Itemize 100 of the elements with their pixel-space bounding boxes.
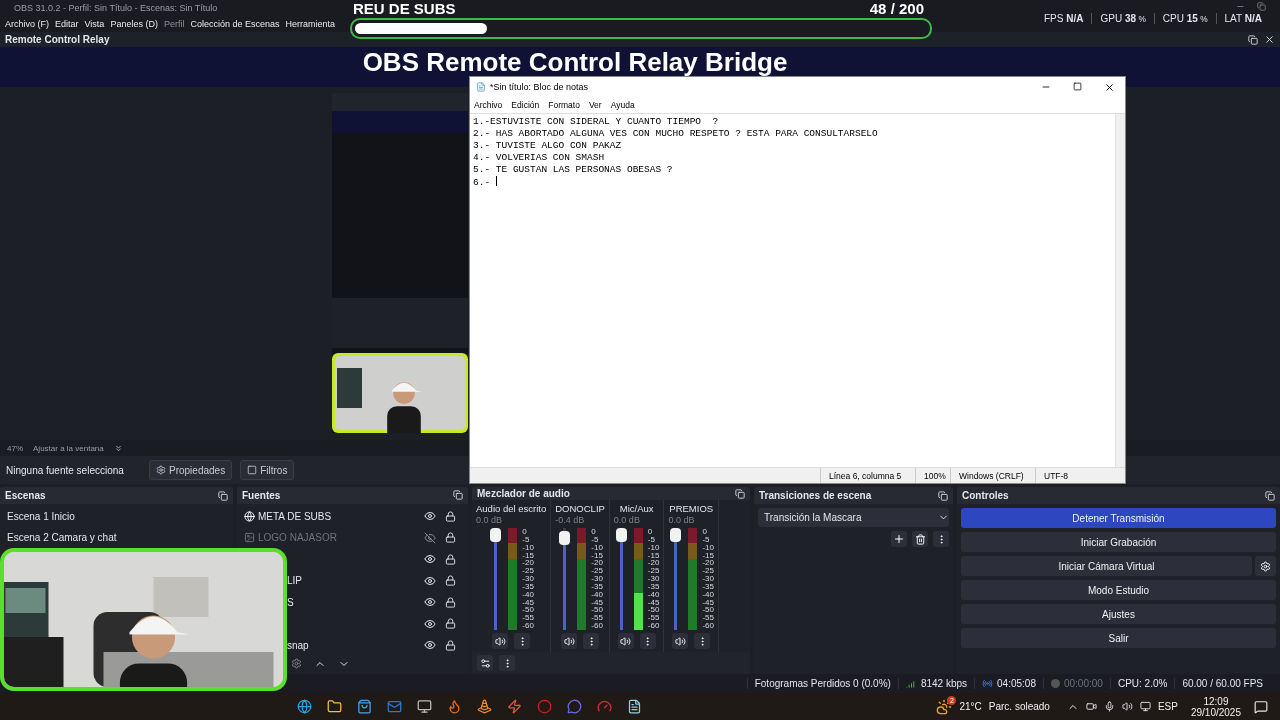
lock-icon[interactable] [445, 639, 456, 651]
lock-icon[interactable] [445, 510, 456, 522]
volume-slider[interactable] [559, 528, 571, 630]
trash-icon[interactable] [912, 531, 928, 547]
source-name[interactable]: S [287, 596, 421, 608]
ring-icon[interactable] [537, 699, 552, 714]
notifications-icon[interactable] [1254, 699, 1268, 714]
source-name[interactable]: LIP [287, 575, 421, 587]
undock-icon[interactable] [938, 490, 948, 501]
lock-icon[interactable] [445, 575, 456, 587]
lock-icon[interactable] [445, 553, 456, 565]
bitrate: 8142 kbps [920, 678, 968, 689]
restore-icon[interactable] [1257, 2, 1266, 11]
scene-item[interactable]: Escena 2 Camara y chat [2, 527, 221, 548]
speaker-icon[interactable] [617, 633, 634, 649]
scrollbar[interactable] [1115, 114, 1125, 467]
more-icon[interactable] [933, 531, 949, 547]
text-line: 2.- HAS ABORTADO ALGUNA VES CON MUCHO RESPETO ? ESTA PARA CONSULTARSELO [473, 128, 879, 140]
slider-thumb[interactable] [490, 528, 502, 542]
maximize-icon[interactable] [1073, 81, 1082, 91]
eye-icon[interactable] [424, 596, 436, 609]
globe-icon[interactable] [297, 699, 312, 714]
eye-icon[interactable] [424, 617, 436, 630]
menu-item[interactable]: Archivo [474, 100, 503, 110]
cone-icon[interactable] [477, 699, 492, 714]
hidden-eye-icon[interactable] [424, 531, 436, 544]
menu-item[interactable]: Edición [511, 100, 540, 110]
lock-icon[interactable] [445, 618, 456, 630]
control-button[interactable]: Iniciar Grabación [961, 532, 1276, 552]
slider-thumb[interactable] [615, 528, 627, 542]
menu-item[interactable]: Vista [84, 19, 105, 29]
source-name[interactable]: META DE SUBS [258, 510, 421, 522]
meter-tick: -10 [591, 543, 603, 552]
mail-icon[interactable] [387, 699, 402, 714]
menu-item[interactable]: Archivo (F) [5, 19, 49, 29]
eye-icon[interactable] [424, 639, 436, 652]
menu-item[interactable]: Colección de Escenas [190, 19, 280, 29]
eye-icon[interactable] [424, 574, 436, 587]
control-button[interactable]: Salir [961, 628, 1276, 648]
speaker-icon[interactable] [561, 633, 578, 649]
volume-slider[interactable] [670, 528, 682, 630]
weather-icon[interactable] [936, 698, 953, 715]
meter-tick: -35 [591, 582, 603, 591]
filters-button[interactable]: Filtros [240, 460, 295, 480]
folder-icon[interactable] [327, 699, 342, 714]
undock-icon[interactable] [735, 488, 745, 499]
chat-icon[interactable] [567, 699, 582, 714]
meter-tick: -15 [647, 551, 660, 560]
transition-select[interactable]: Transición la Mascara [758, 508, 949, 527]
eye-icon[interactable] [424, 553, 436, 566]
properties-button[interactable]: Propiedades [149, 460, 233, 480]
control-button[interactable]: Ajustes [961, 604, 1276, 624]
menu-item[interactable]: Herramienta [285, 19, 336, 29]
speaker-icon[interactable] [492, 633, 509, 649]
more-icon[interactable] [514, 633, 531, 649]
lock-icon[interactable] [445, 532, 456, 544]
source-name[interactable]: snap [287, 639, 421, 651]
close-icon[interactable] [1104, 81, 1115, 93]
scene-item[interactable]: Escena 1 Inicio [2, 506, 221, 527]
slider-thumb[interactable] [559, 530, 571, 545]
gauge-icon[interactable] [597, 699, 612, 714]
zoom-mode[interactable]: Ajustar a la ventana [33, 443, 104, 453]
menu-item[interactable]: Ayuda [610, 100, 635, 110]
menu-item[interactable]: Editar [55, 19, 79, 29]
undock-icon[interactable] [1265, 490, 1275, 501]
notepad-icon[interactable] [627, 699, 642, 714]
camera-icon[interactable] [1085, 701, 1097, 712]
network-icon[interactable] [1139, 701, 1151, 712]
control-button[interactable]: Modo Estudio [961, 580, 1276, 600]
eye-icon[interactable] [424, 510, 436, 523]
undock-icon[interactable] [1248, 34, 1258, 45]
menu-item[interactable]: Paneles (D) [110, 19, 158, 29]
add-icon[interactable] [891, 531, 907, 547]
slider-thumb[interactable] [670, 528, 682, 542]
microphone-icon[interactable] [1103, 701, 1115, 712]
more-icon[interactable] [499, 655, 515, 671]
control-button[interactable]: Detener Transmisión [961, 508, 1276, 528]
volume-slider[interactable] [490, 528, 502, 630]
flame-icon[interactable] [447, 699, 462, 714]
lock-icon[interactable] [445, 596, 456, 608]
speaker-icon[interactable] [672, 633, 689, 649]
undock-icon[interactable] [218, 490, 228, 501]
caret-icon[interactable] [113, 443, 123, 453]
language-indicator[interactable]: ESP [1157, 701, 1178, 712]
dock-title: Controles [962, 490, 1009, 501]
settings-button[interactable] [1255, 556, 1276, 576]
undock-icon[interactable] [453, 490, 463, 501]
more-icon[interactable] [583, 633, 600, 649]
more-icon[interactable] [694, 633, 711, 649]
volume-slider[interactable] [615, 528, 627, 630]
menu-item[interactable]: Ver [588, 100, 602, 110]
speaker-icon[interactable] [1121, 701, 1133, 712]
settings-icon[interactable] [477, 655, 493, 671]
bag-icon[interactable] [357, 699, 372, 714]
bolt-icon[interactable] [507, 699, 522, 714]
more-icon[interactable] [639, 633, 656, 649]
control-button[interactable]: Iniciar Cámara Virtual [961, 556, 1252, 576]
close-icon[interactable] [1264, 34, 1275, 45]
monitor-icon[interactable] [417, 699, 432, 714]
menu-item[interactable]: Formato [548, 100, 580, 110]
